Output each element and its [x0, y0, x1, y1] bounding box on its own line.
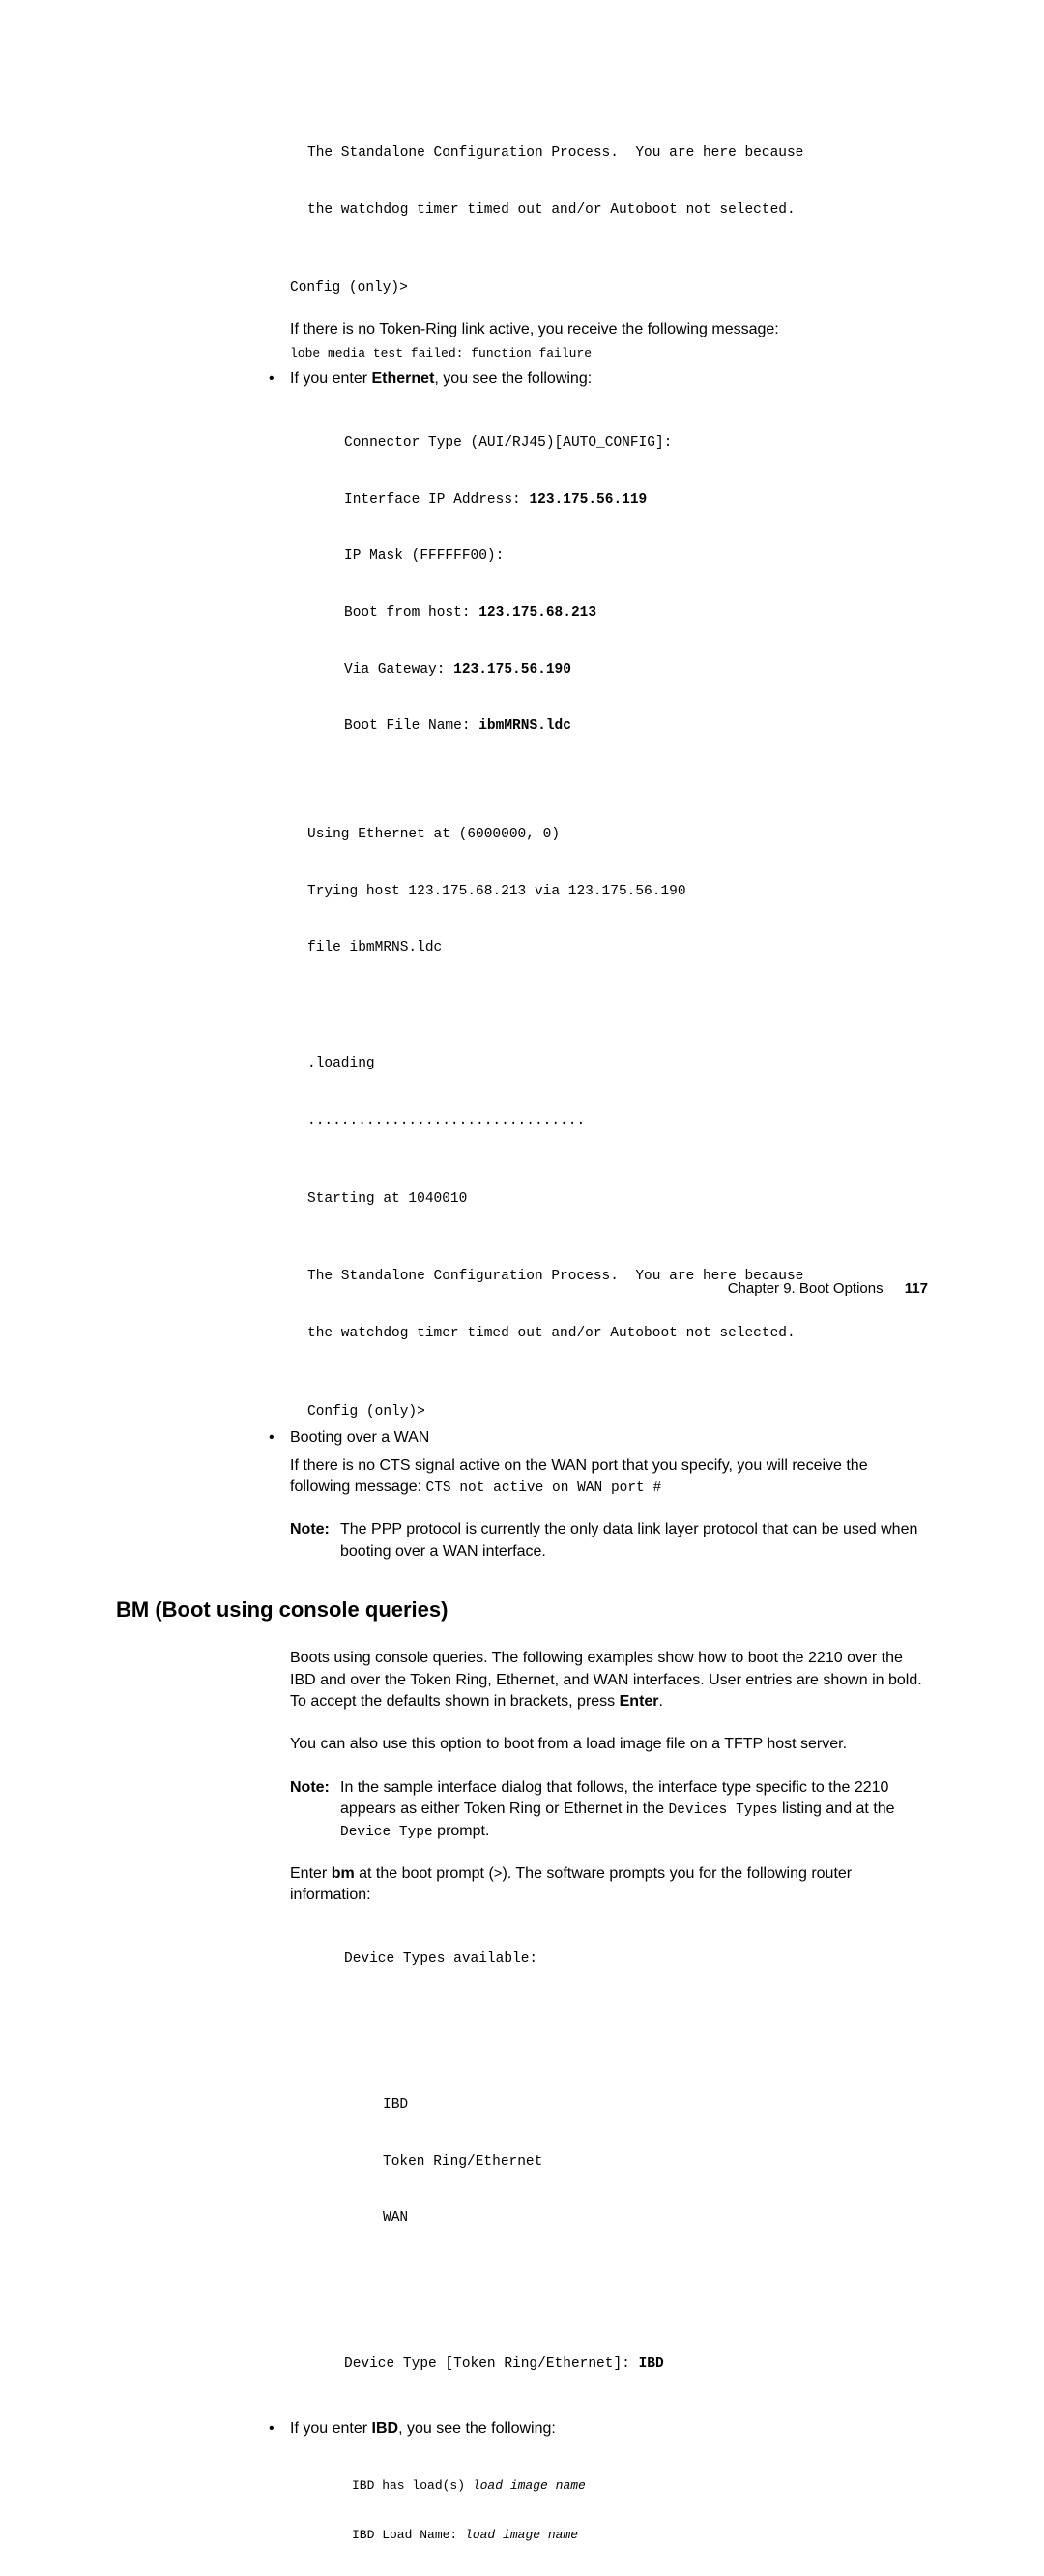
code-line: file ibmMRNS.ldc: [307, 939, 928, 958]
bullet-item: • Booting over a WAN: [290, 1427, 928, 1449]
code-line: .................................: [307, 1112, 928, 1131]
bullet-text: Booting over a WAN: [290, 1427, 429, 1449]
code-line: the watchdog timer timed out and/or Auto…: [307, 1325, 928, 1344]
section-heading: BM (Boot using console queries): [116, 1597, 928, 1623]
code-line: Interface IP Address: 123.175.56.119: [344, 491, 928, 511]
code-line: The Standalone Configuration Process. Yo…: [307, 144, 928, 163]
body-paragraph: You can also use this option to boot fro…: [290, 1734, 928, 1755]
terminal-output: The Standalone Configuration Process. Yo…: [290, 1230, 928, 1382]
code-line: WAN: [383, 2210, 928, 2229]
code-line: Starting at 1040010: [290, 1190, 928, 1210]
code-line: Connector Type (AUI/RJ45)[AUTO_CONFIG]:: [344, 434, 928, 454]
bullet-mark-icon: •: [269, 2418, 290, 2440]
terminal-output: Device Types available: IBD Token Ring/E…: [290, 1913, 928, 2413]
body-paragraph: Enter bm at the boot prompt (>). The sof…: [290, 1863, 928, 1907]
note-block: Note: In the sample interface dialog tha…: [290, 1777, 928, 1842]
code-line: the watchdog timer timed out and/or Auto…: [307, 201, 928, 220]
inline-code: CTS not active on WAN port #: [426, 1480, 662, 1496]
note-label: Note:: [290, 1777, 340, 1842]
inline-code: Device Type: [340, 1825, 433, 1840]
page-number: 117: [905, 1280, 928, 1297]
code-line: Token Ring/Ethernet: [383, 2153, 928, 2173]
page-footer: Chapter 9. Boot Options 117: [728, 1280, 928, 1297]
body-paragraph: Boots using console queries. The followi…: [290, 1648, 928, 1712]
section-body: Boots using console queries. The followi…: [290, 1648, 928, 2576]
page-body: The Standalone Configuration Process. Yo…: [290, 106, 928, 1563]
note-body: The PPP protocol is currently the only d…: [340, 1519, 928, 1563]
note-body: In the sample interface dialog that foll…: [340, 1777, 928, 1842]
code-line: Using Ethernet at (6000000, 0): [307, 826, 928, 845]
bullet-text: If you enter IBD, you see the following:: [290, 2418, 556, 2440]
code-line: IBD has load(s) load image name: [352, 2478, 928, 2495]
note-label: Note:: [290, 1519, 340, 1563]
code-line: Device Type [Token Ring/Ethernet]: IBD: [344, 2356, 928, 2375]
inline-code: Devices Types: [668, 1802, 777, 1818]
bullet-item: • If you enter IBD, you see the followin…: [290, 2418, 928, 2440]
terminal-output: Using Ethernet at (6000000, 0) Trying ho…: [290, 788, 928, 996]
bullet-text: If you enter Ethernet, you see the follo…: [290, 368, 592, 390]
bullet-mark-icon: •: [269, 1427, 290, 1449]
code-line: Config (only)>: [290, 279, 928, 299]
terminal-output: IBD has load(s) load image name IBD Load…: [290, 2445, 928, 2576]
code-line: Boot File Name: ibmMRNS.ldc: [344, 717, 928, 737]
body-paragraph: If there is no Token-Ring link active, y…: [290, 319, 928, 340]
bullet-item: • If you enter Ethernet, you see the fol…: [290, 368, 928, 390]
code-line: IBD: [383, 2096, 928, 2116]
code-line: Config (only)>: [290, 1403, 928, 1422]
note-block: Note: The PPP protocol is currently the …: [290, 1519, 928, 1563]
code-line: Boot from host: 123.175.68.213: [344, 604, 928, 624]
code-line: lobe media test failed: function failure: [290, 346, 928, 363]
code-line: .loading: [307, 1055, 928, 1074]
code-line: Via Gateway: 123.175.56.190: [344, 661, 928, 681]
terminal-output: Connector Type (AUI/RJ45)[AUTO_CONFIG]: …: [290, 396, 928, 775]
terminal-output: The Standalone Configuration Process. Yo…: [290, 106, 928, 258]
footer-chapter: Chapter 9. Boot Options: [728, 1280, 884, 1297]
code-line: Device Types available:: [344, 1950, 928, 1970]
body-paragraph: If there is no CTS signal active on the …: [290, 1455, 928, 1499]
code-line: Trying host 123.175.68.213 via 123.175.5…: [307, 883, 928, 902]
terminal-output: .loading ...............................…: [290, 1017, 928, 1169]
bullet-mark-icon: •: [269, 368, 290, 390]
code-line: IP Mask (FFFFFF00):: [344, 547, 928, 567]
code-line: IBD Load Name: load image name: [352, 2528, 928, 2544]
